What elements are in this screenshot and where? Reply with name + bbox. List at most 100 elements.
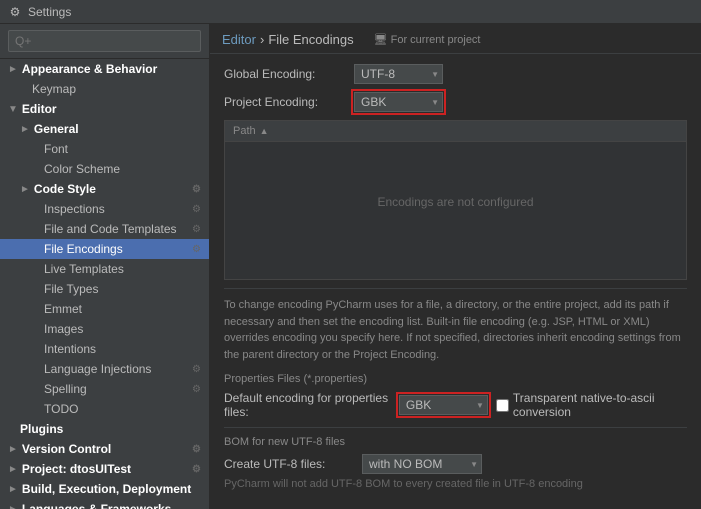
- sidebar-item-label: Editor: [22, 102, 57, 116]
- sidebar-item-label: Code Style: [34, 182, 96, 196]
- bom-section-label: BOM for new UTF-8 files: [224, 436, 687, 448]
- properties-encoding-select-wrapper: GBK UTF-8 ISO-8859-1 ▼: [399, 395, 488, 415]
- sidebar-tree: ► Appearance & Behavior Keymap ▼ Editor ► Gene…: [0, 59, 209, 509]
- search-input[interactable]: [8, 30, 201, 52]
- properties-section-label: Properties Files (*.properties): [224, 373, 687, 385]
- sidebar-item-settings-icon: ⚙: [192, 364, 201, 375]
- create-utf8-select[interactable]: with NO BOM with BOM: [362, 454, 482, 474]
- create-utf8-label: Create UTF-8 files:: [224, 457, 354, 471]
- sidebar-item-font[interactable]: Font: [0, 139, 209, 159]
- sidebar-item-label: Languages & Frameworks: [22, 502, 171, 509]
- sidebar-item-spelling[interactable]: Spelling ⚙: [0, 379, 209, 399]
- table-empty-message: Encodings are not configured: [225, 142, 686, 262]
- sidebar-item-label: Spelling: [44, 382, 87, 396]
- create-utf8-row: Create UTF-8 files: with NO BOM with BOM…: [224, 454, 687, 474]
- sidebar-item-file-types[interactable]: File Types: [0, 279, 209, 299]
- properties-encoding-row: Default encoding for properties files: G…: [224, 391, 687, 419]
- sidebar-item-settings-icon: ⚙: [192, 244, 201, 255]
- sidebar-item-label: TODO: [44, 402, 78, 416]
- title-bar: ⚙ Settings: [0, 0, 701, 24]
- project-encoding-select-wrapper: GBK UTF-8 UTF-16 ISO-8859-1 ▼: [354, 92, 443, 112]
- for-current-project: 🖥 For current project: [374, 33, 481, 46]
- tree-arrow-icon: ►: [20, 124, 30, 135]
- sidebar-item-version-control[interactable]: ►Version Control⚙: [0, 439, 209, 459]
- sidebar-item-file-encodings[interactable]: File Encodings ⚙: [0, 239, 209, 259]
- main-layout: ► Appearance & Behavior Keymap ▼ Editor ► Gene…: [0, 24, 701, 509]
- pycharm-note: PyCharm will not add UTF-8 BOM to every …: [224, 478, 687, 490]
- sidebar-item-label: Color Scheme: [44, 162, 120, 176]
- sidebar[interactable]: ► Appearance & Behavior Keymap ▼ Editor ► Gene…: [0, 24, 210, 509]
- sidebar-item-appearance[interactable]: ► Appearance & Behavior: [0, 59, 209, 79]
- encodings-table[interactable]: Path ▲ Encodings are not configured: [224, 120, 687, 280]
- table-header: Path ▲: [225, 121, 686, 142]
- sidebar-item-project-dtosuitest[interactable]: ► Project: dtosUITest ⚙: [0, 459, 209, 479]
- sidebar-item-label: Emmet: [44, 302, 82, 316]
- sidebar-item-label: Inspections: [44, 202, 105, 216]
- sidebar-item-keymap[interactable]: Keymap: [0, 79, 209, 99]
- sidebar-item-settings-icon: ⚙: [192, 384, 201, 395]
- sidebar-item-label: Language Injections: [44, 362, 151, 376]
- transparent-conversion-checkbox[interactable]: [496, 399, 509, 412]
- create-utf8-select-wrapper: with NO BOM with BOM ▼: [362, 454, 482, 474]
- sidebar-item-code-style[interactable]: ► Code Style ⚙: [0, 179, 209, 199]
- sidebar-item-label: General: [34, 122, 79, 136]
- search-box[interactable]: [0, 24, 209, 59]
- breadcrumb-separator: ›: [260, 32, 264, 47]
- sidebar-item-label: File Encodings: [44, 242, 123, 256]
- tree-arrow-icon: ►: [20, 184, 30, 195]
- sidebar-item-color-scheme[interactable]: Color Scheme: [0, 159, 209, 179]
- global-encoding-row: Global Encoding: UTF-8 UTF-16 ISO-8859-1…: [224, 64, 687, 84]
- sidebar-item-settings-icon: ⚙: [192, 444, 201, 455]
- current-project-icon: 🖥: [374, 34, 388, 46]
- sidebar-item-label: Images: [44, 322, 83, 336]
- bom-section: BOM for new UTF-8 files Create UTF-8 fil…: [224, 427, 687, 490]
- sidebar-item-settings-icon: ⚙: [192, 184, 201, 195]
- project-encoding-label: Project Encoding:: [224, 95, 354, 109]
- sidebar-item-language-injections[interactable]: Language Injections ⚙: [0, 359, 209, 379]
- sidebar-item-images[interactable]: Images: [0, 319, 209, 339]
- sidebar-item-settings-icon: ⚙: [192, 464, 201, 475]
- sidebar-item-settings-icon: ⚙: [192, 224, 201, 235]
- sidebar-item-intentions[interactable]: Intentions: [0, 339, 209, 359]
- breadcrumb-current: File Encodings: [268, 32, 353, 47]
- sidebar-item-label: Intentions: [44, 342, 96, 356]
- breadcrumb-parent: Editor: [222, 32, 256, 47]
- sidebar-item-plugins[interactable]: Plugins: [0, 419, 209, 439]
- sidebar-item-file-and-code-templates[interactable]: File and Code Templates ⚙: [0, 219, 209, 239]
- path-column-header: Path ▲: [233, 125, 269, 137]
- sidebar-item-languages-frameworks[interactable]: ► Languages & Frameworks: [0, 499, 209, 509]
- sidebar-item-build-execution-deployment[interactable]: ► Build, Execution, Deployment: [0, 479, 209, 499]
- tree-arrow-icon: ►: [8, 504, 18, 509]
- sidebar-item-live-templates[interactable]: Live Templates: [0, 259, 209, 279]
- sidebar-item-label: Appearance & Behavior: [22, 62, 157, 76]
- sidebar-item-label: Build, Execution, Deployment: [22, 482, 191, 496]
- properties-section: Properties Files (*.properties) Default …: [224, 373, 687, 419]
- sidebar-item-label: Project: dtosUITest: [22, 462, 131, 476]
- tree-arrow-icon: ►: [8, 464, 18, 475]
- tree-arrow-icon: ►: [8, 64, 18, 75]
- sidebar-item-editor[interactable]: ▼ Editor: [0, 99, 209, 119]
- global-encoding-select[interactable]: UTF-8 UTF-16 ISO-8859-1 GBK: [354, 64, 443, 84]
- tree-arrow-icon: ►: [8, 484, 18, 495]
- global-encoding-label: Global Encoding:: [224, 67, 354, 81]
- transparent-conversion-label: Transparent native-to-ascii conversion: [513, 391, 687, 419]
- sidebar-item-label: Live Templates: [44, 262, 124, 276]
- project-encoding-select[interactable]: GBK UTF-8 UTF-16 ISO-8859-1: [354, 92, 443, 112]
- properties-encoding-label: Default encoding for properties files:: [224, 391, 391, 419]
- content-header: Editor › File Encodings 🖥 For current pr…: [210, 24, 701, 54]
- settings-icon: ⚙: [8, 5, 22, 19]
- info-text: To change encoding PyCharm uses for a fi…: [224, 288, 687, 363]
- content-area: Editor › File Encodings 🖥 For current pr…: [210, 24, 701, 509]
- sidebar-item-emmet[interactable]: Emmet: [0, 299, 209, 319]
- transparent-conversion-wrapper: Transparent native-to-ascii conversion: [496, 391, 687, 419]
- sidebar-item-general[interactable]: ► General: [0, 119, 209, 139]
- content-body: Global Encoding: UTF-8 UTF-16 ISO-8859-1…: [210, 54, 701, 509]
- project-encoding-row: Project Encoding: GBK UTF-8 UTF-16 ISO-8…: [224, 92, 687, 112]
- sidebar-item-label: File and Code Templates: [44, 222, 177, 236]
- sidebar-item-label: Plugins: [20, 422, 63, 436]
- sidebar-item-todo[interactable]: TODO: [0, 399, 209, 419]
- tree-arrow-icon: ▼: [8, 104, 18, 115]
- sidebar-item-inspections[interactable]: Inspections⚙: [0, 199, 209, 219]
- properties-encoding-select[interactable]: GBK UTF-8 ISO-8859-1: [399, 395, 488, 415]
- sidebar-item-label: Version Control: [22, 442, 111, 456]
